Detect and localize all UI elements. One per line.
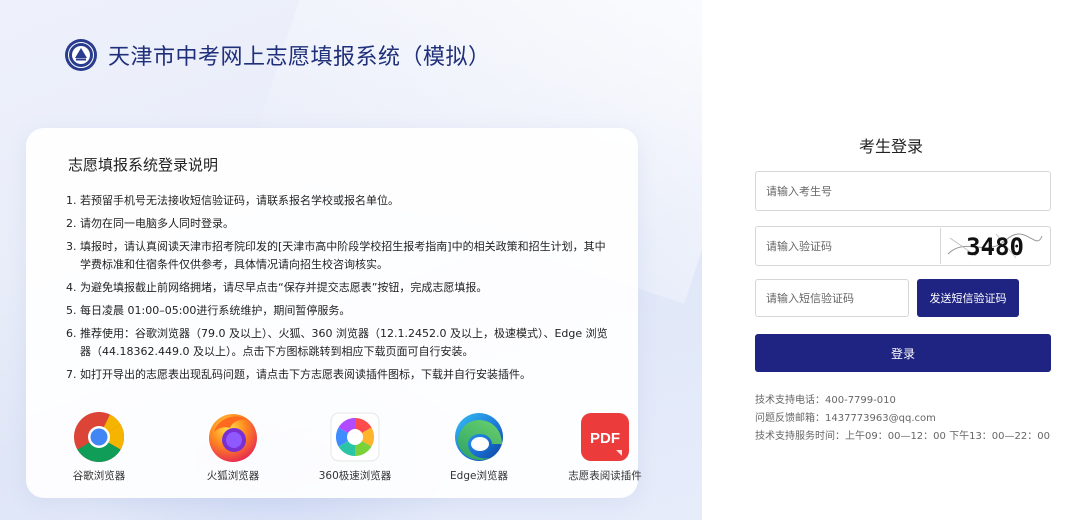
notice-item-number: 2. — [66, 217, 77, 230]
notice-item-6: 6. 推荐使用：谷歌浏览器（79.0 及以上）、火狐、360 浏览器（12.1.… — [66, 325, 611, 361]
seal-logo-icon — [65, 39, 97, 71]
candidate-number-input[interactable] — [755, 171, 1051, 211]
browser-label: 360极速浏览器 — [318, 470, 392, 482]
notice-item-5: 5. 每日凌晨 01:00–05:00进行系统维护，期间暂停服务。 — [66, 302, 611, 320]
notice-item-text: 每日凌晨 01:00–05:00进行系统维护，期间暂停服务。 — [80, 304, 351, 317]
notice-item-3: 3. 填报时，请认真阅读天津市招考院印发的[天津市高中阶段学校招生报考指南]中的… — [66, 238, 611, 274]
edge-icon — [455, 413, 503, 461]
notice-item-number: 7. — [66, 368, 77, 381]
notice-item-text: 若预留手机号无法接收短信验证码，请联系报名学校或报名单位。 — [80, 194, 399, 207]
browser-label: 谷歌浏览器 — [72, 470, 126, 482]
360-browser-icon — [330, 412, 380, 462]
sms-code-input[interactable] — [755, 279, 909, 317]
send-sms-code-button[interactable]: 发送短信验证码 — [917, 279, 1019, 317]
pdf-icon: PDF — [581, 413, 629, 461]
notice-item-1: 1. 若预留手机号无法接收短信验证码，请联系报名学校或报名单位。 — [66, 192, 611, 210]
notice-item-text: 推荐使用：谷歌浏览器（79.0 及以上）、火狐、360 浏览器（12.1.245… — [80, 327, 608, 358]
captcha-graphic: 3480 — [945, 230, 1044, 262]
360-browser-download-link[interactable]: 360极速浏览器 — [310, 410, 400, 483]
chrome-icon — [74, 412, 124, 462]
notice-item-number: 6. — [66, 327, 77, 340]
notice-item-number: 5. — [66, 304, 77, 317]
notice-item-7: 7. 如打开导出的志愿表出现乱码问题，请点击下方志愿表阅读插件图标，下载并自行安… — [66, 366, 611, 384]
notice-item-text: 请勿在同一电脑多人同时登录。 — [80, 217, 234, 230]
edge-download-link[interactable]: Edge浏览器 — [434, 410, 524, 483]
browser-label: 火狐浏览器 — [206, 470, 260, 482]
login-title: 考生登录 — [858, 137, 923, 156]
notice-item-number: 1. — [66, 194, 77, 207]
left-background-pane: 天津市中考网上志愿填报系统（模拟） 志愿填报系统登录说明 1. 若预留手机号无法… — [0, 0, 702, 520]
site-header: 天津市中考网上志愿填报系统（模拟） — [64, 38, 491, 72]
browser-label: 志愿表阅读插件 — [568, 470, 642, 482]
support-hours: 技术支持服务时间：上午09：00—12：00 下午13：00—22：00 — [755, 431, 1050, 442]
notice-item-2: 2. 请勿在同一电脑多人同时登录。 — [66, 215, 611, 233]
notice-item-text: 为避免填报截止前网络拥堵，请尽早点击“保存并提交志愿表”按钮，完成志愿填报。 — [80, 281, 488, 294]
notice-item-number: 4. — [66, 281, 77, 294]
browser-download-row: 谷歌浏览器 火狐浏览器 360极速浏览器 Edge浏览器 PDF 志愿表阅读插件 — [54, 410, 642, 490]
captcha-image[interactable]: 3480 — [940, 228, 1048, 264]
site-title: 天津市中考网上志愿填报系统（模拟） — [108, 45, 491, 70]
notice-item-text: 填报时，请认真阅读天津市招考院印发的[天津市高中阶段学校招生报考指南]中的相关政… — [80, 240, 606, 271]
support-info: 技术支持电话：400-7799-010 问题反馈邮箱：1437773963@qq… — [755, 392, 1075, 446]
notice-item-number: 3. — [66, 240, 77, 253]
browser-label: Edge浏览器 — [450, 470, 508, 482]
support-phone: 技术支持电话：400-7799-010 — [755, 395, 896, 406]
notice-title: 志愿填报系统登录说明 — [68, 156, 219, 174]
notice-item-4: 4. 为避免填报截止前网络拥堵，请尽早点击“保存并提交志愿表”按钮，完成志愿填报… — [66, 279, 611, 297]
notice-item-text: 如打开导出的志愿表出现乱码问题，请点击下方志愿表阅读插件图标，下载并自行安装插件… — [80, 368, 531, 381]
login-button[interactable]: 登录 — [755, 334, 1051, 372]
firefox-download-link[interactable]: 火狐浏览器 — [188, 410, 278, 483]
chrome-download-link[interactable]: 谷歌浏览器 — [54, 410, 144, 483]
pdf-plugin-download-link[interactable]: PDF 志愿表阅读插件 — [560, 410, 650, 483]
support-email: 问题反馈邮箱：1437773963@qq.com — [755, 413, 936, 424]
svg-text:3480: 3480 — [966, 233, 1024, 261]
login-panel: 考生登录 3480 发送短信验证码 登录 技术支持电话：400-7799-010… — [702, 0, 1080, 520]
svg-text:PDF: PDF — [590, 430, 620, 447]
notice-list: 1. 若预留手机号无法接收短信验证码，请联系报名学校或报名单位。 2. 请勿在同… — [66, 192, 611, 389]
firefox-icon — [209, 414, 257, 462]
login-notice-card: 志愿填报系统登录说明 1. 若预留手机号无法接收短信验证码，请联系报名学校或报名… — [26, 128, 642, 498]
